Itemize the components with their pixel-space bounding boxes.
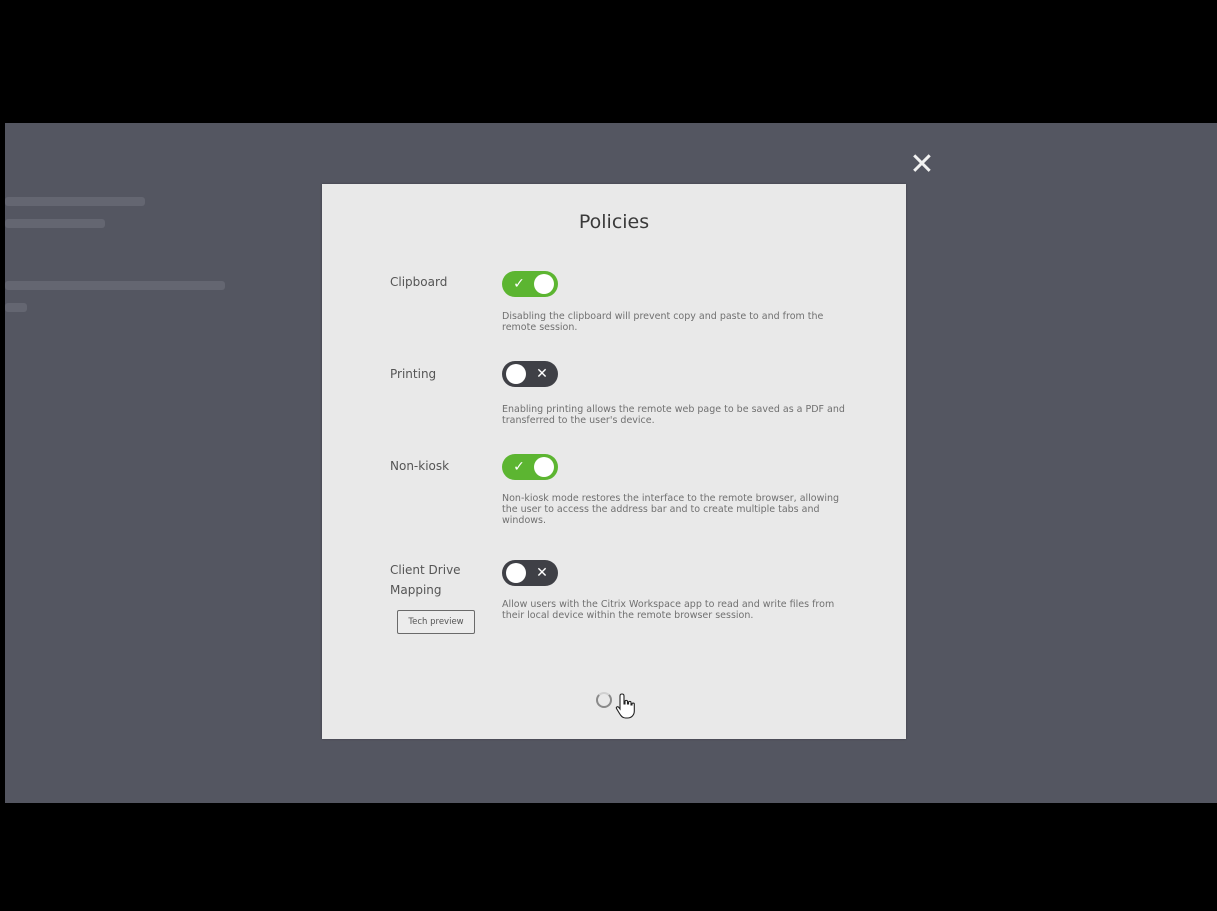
x-icon: ✕ <box>536 565 548 581</box>
toggle-knob <box>506 364 526 384</box>
policy-desc-client-drive-mapping: Allow users with the Citrix Workspace ap… <box>502 599 835 621</box>
check-icon: ✓ <box>513 276 525 292</box>
background-heading-blur <box>5 197 145 206</box>
background-text-blur-2 <box>5 303 27 312</box>
policy-label-clipboard: Clipboard <box>390 275 448 289</box>
policy-desc-non-kiosk: Non-kiosk mode restores the interface to… <box>502 493 840 526</box>
policy-label-non-kiosk: Non-kiosk <box>390 459 450 473</box>
toggle-knob <box>534 457 554 477</box>
close-icon[interactable]: ✕ <box>905 150 939 184</box>
background-text-blur <box>5 281 225 290</box>
policy-desc-clipboard: Disabling the clipboard will prevent cop… <box>502 311 824 333</box>
background-subheading-blur <box>5 219 105 228</box>
toggle-knob <box>534 274 554 294</box>
x-icon: ✕ <box>536 366 548 382</box>
toggle-knob <box>506 563 526 583</box>
clipboard-toggle[interactable]: ✓ <box>502 271 558 297</box>
policy-label-printing: Printing <box>390 367 437 381</box>
printing-toggle[interactable]: ✕ <box>502 361 558 387</box>
client-drive-mapping-toggle[interactable]: ✕ <box>502 560 558 586</box>
dialog-title: Policies <box>578 211 650 233</box>
policies-dialog: Policies Clipboard ✓ Disabling the clipb… <box>322 184 906 739</box>
tech-preview-badge: Tech preview <box>397 610 475 634</box>
loading-spinner-icon <box>596 692 612 708</box>
policy-label-client-drive-mapping: Client Drive Mapping <box>390 563 461 597</box>
hand-pointer-cursor-icon <box>615 693 635 719</box>
check-icon: ✓ <box>513 459 525 475</box>
policy-desc-printing: Enabling printing allows the remote web … <box>502 404 845 426</box>
video-frame: ✕ Policies Clipboard ✓ Disabling the cli… <box>0 0 1217 911</box>
non-kiosk-toggle[interactable]: ✓ <box>502 454 558 480</box>
